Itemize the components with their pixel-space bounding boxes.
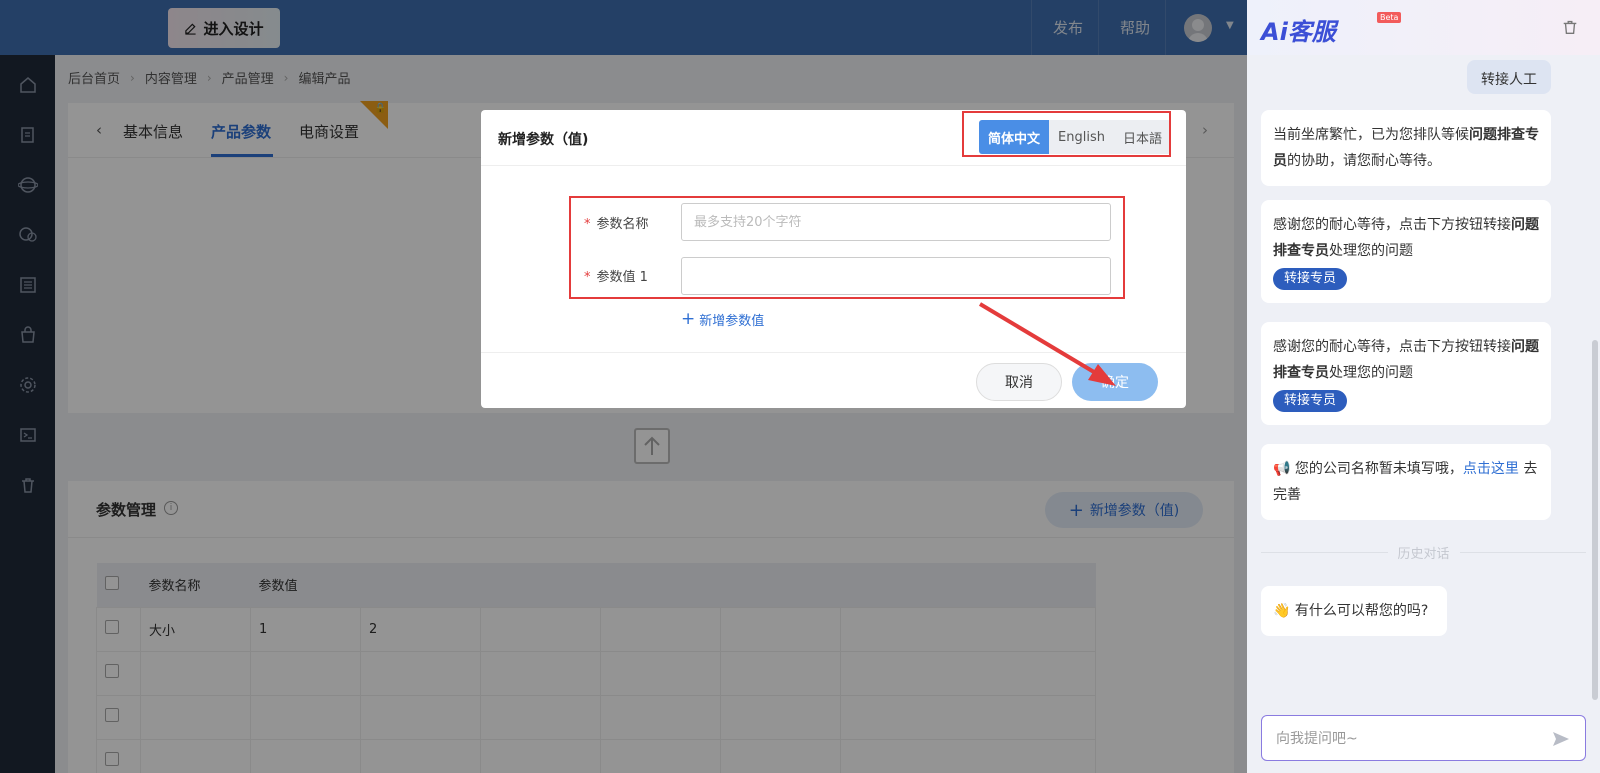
- chat-message: 感谢您的耐心等待，点击下方按钮转接问题排查专员处理您的问题 转接专员: [1261, 322, 1551, 425]
- user-message: 转接人工: [1467, 60, 1551, 94]
- ai-logo: Ai客服: [1261, 18, 1336, 46]
- trash-icon[interactable]: [1561, 18, 1579, 36]
- complete-company-link[interactable]: 点击这里: [1463, 461, 1519, 477]
- scrollbar[interactable]: [1592, 340, 1598, 700]
- required-marker: *: [584, 217, 591, 232]
- param-name-input[interactable]: [681, 203, 1111, 241]
- add-value-label: 新增参数值: [699, 313, 765, 329]
- confirm-button[interactable]: 确定: [1072, 363, 1158, 401]
- required-marker: *: [584, 270, 591, 285]
- param-value-input[interactable]: [681, 257, 1111, 295]
- add-value-link[interactable]: + 新增参数值: [681, 309, 764, 329]
- annotation-highlight: [962, 111, 1171, 157]
- divider: [481, 352, 1186, 353]
- wave-icon: 👋: [1273, 603, 1291, 619]
- chat-message: 当前坐席繁忙，已为您排队等候问题排查专员的协助，请您耐心等待。: [1261, 110, 1551, 186]
- transfer-agent-button[interactable]: 转接专员: [1273, 390, 1348, 412]
- cancel-button[interactable]: 取消: [976, 363, 1062, 401]
- ai-header: Ai客服 Beta: [1247, 0, 1600, 55]
- megaphone-icon: 📢: [1273, 461, 1291, 477]
- beta-badge: Beta: [1377, 12, 1402, 23]
- param-name-label: * 参数名称: [584, 217, 649, 232]
- add-param-dialog: 新增参数（值) 简体中文 English 日本語 *参数名称 *参数值 1 + …: [481, 110, 1186, 408]
- param-value-label: * 参数值 1: [584, 270, 648, 285]
- chat-message: 感谢您的耐心等待，点击下方按钮转接问题排查专员处理您的问题 转接专员: [1261, 200, 1551, 303]
- ai-chat-input[interactable]: 向我提问吧~: [1261, 715, 1586, 761]
- chat-message: 📢 您的公司名称暂未填写哦，点击这里 去完善: [1261, 444, 1551, 520]
- ai-service-panel: Ai客服 Beta 转接人工 当前坐席繁忙，已为您排队等候问题排查专员的协助，请…: [1247, 0, 1600, 773]
- send-icon[interactable]: [1551, 729, 1571, 749]
- plus-icon: +: [681, 309, 696, 329]
- transfer-agent-button[interactable]: 转接专员: [1273, 268, 1348, 290]
- dialog-title: 新增参数（值): [498, 132, 589, 148]
- chat-message: 👋 有什么可以帮您的吗?: [1261, 586, 1447, 636]
- divider: [481, 165, 1186, 166]
- history-divider: 历史对话: [1261, 543, 1587, 562]
